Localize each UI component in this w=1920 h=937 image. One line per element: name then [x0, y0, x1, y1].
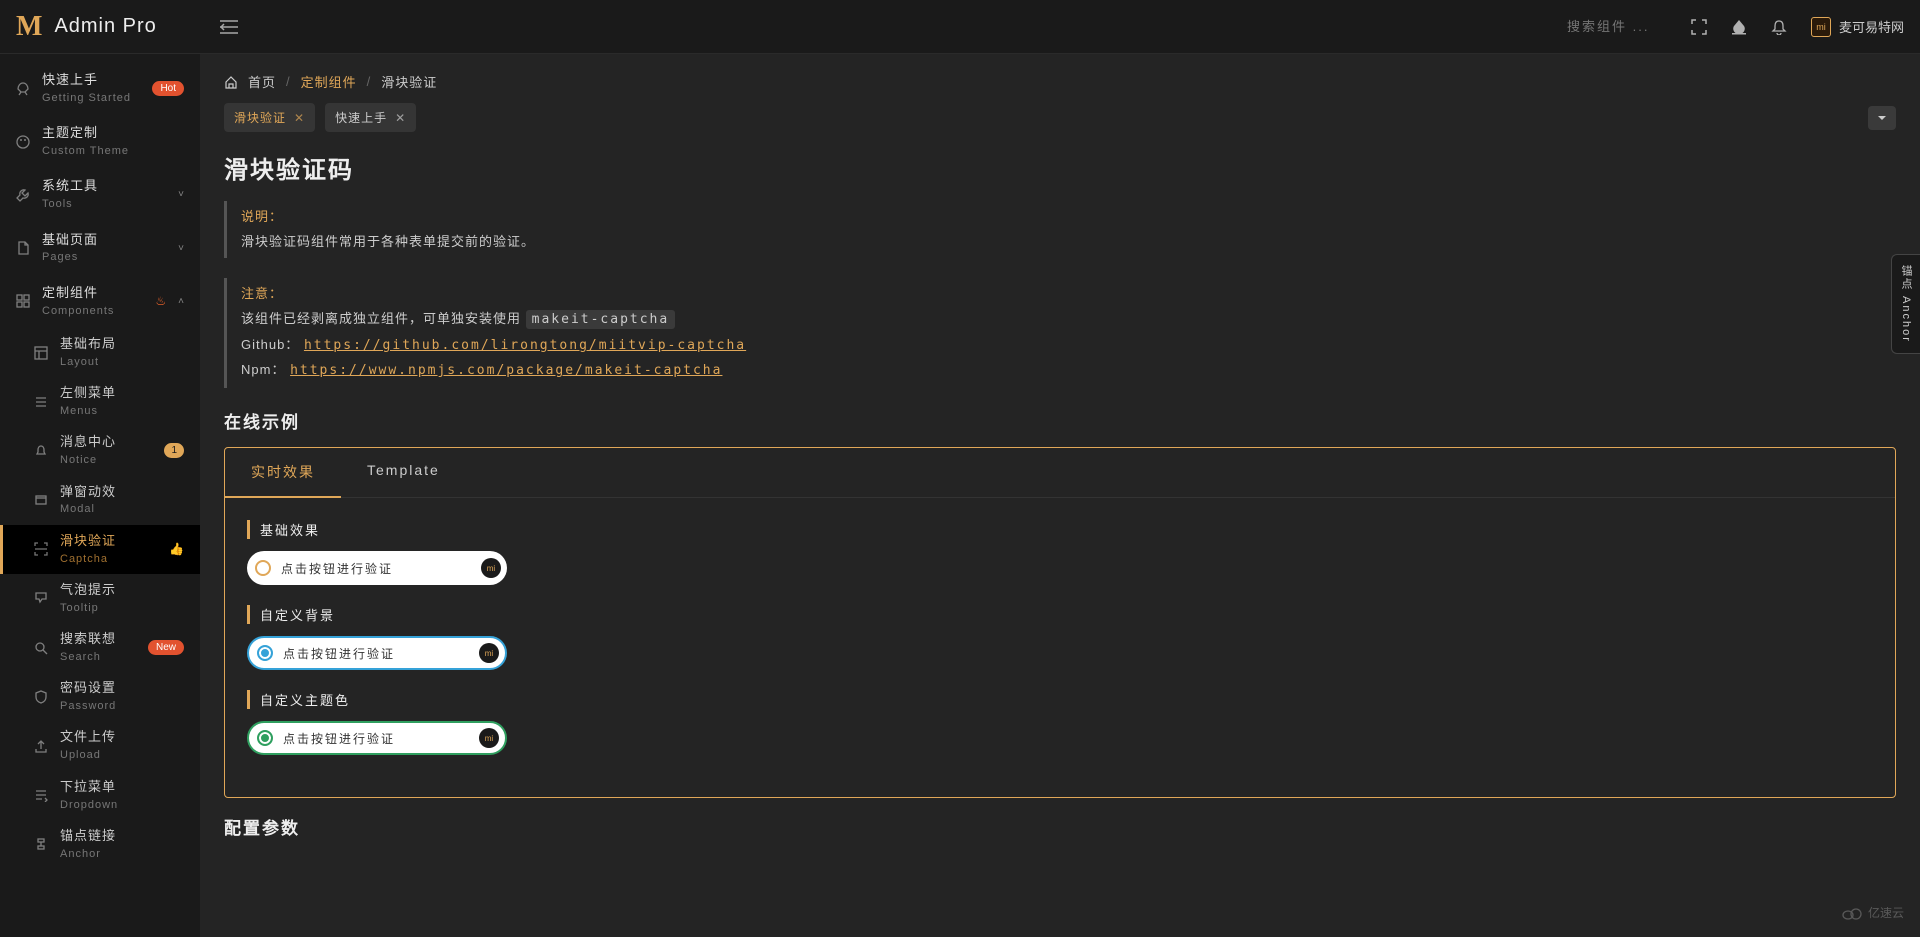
breadcrumb-home[interactable]: 首页 [248, 72, 276, 91]
section-config-title: 配置参数 [224, 814, 1896, 839]
sidebar-item-dropdown[interactable]: 下拉菜单Dropdown [0, 771, 200, 820]
captcha-logo-icon: mi [479, 728, 499, 748]
bell-icon [34, 444, 48, 458]
radar-icon [257, 730, 273, 746]
sidebar: 快速上手Getting StartedHot主题定制Custom Theme系统… [0, 54, 200, 937]
layout-icon [34, 346, 48, 360]
badge: Hot [152, 81, 184, 96]
sidebar-item-getting-started[interactable]: 快速上手Getting StartedHot [0, 62, 200, 115]
close-icon[interactable]: ✕ [395, 111, 406, 125]
captcha-btn-bg[interactable]: 点击按钮进行验证 mi [247, 636, 507, 670]
captcha-logo-icon: mi [479, 643, 499, 663]
collapse-menu-icon[interactable] [220, 19, 238, 35]
page-icon [16, 241, 30, 255]
thumbs-up-icon: 👍 [169, 542, 184, 556]
modal-icon [34, 493, 48, 507]
sidebar-item-tooltip[interactable]: 气泡提示Tooltip [0, 574, 200, 623]
search-icon [34, 641, 48, 655]
header: M Admin Pro mi 麦可易特网 [0, 0, 1920, 54]
scan-icon [34, 542, 48, 556]
breadcrumb: 首页 / 定制组件 / 滑块验证 [200, 54, 1920, 103]
logo[interactable]: M Admin Pro [16, 11, 200, 43]
home-icon [224, 75, 238, 89]
sidebar-item-components[interactable]: 定制组件Components♨˄ [0, 275, 200, 328]
breadcrumb-cur: 滑块验证 [381, 72, 437, 91]
breadcrumb-mid[interactable]: 定制组件 [301, 72, 357, 91]
rocket-icon [16, 82, 30, 96]
info-note: 注意： 该组件已经剥离成独立组件，可单独安装使用 makeit-captcha … [224, 278, 1896, 388]
captcha-btn-basic[interactable]: 点击按钮进行验证 mi [247, 551, 507, 585]
chevron-down-icon: ˅ [178, 243, 184, 254]
theme-icon[interactable] [1731, 19, 1747, 35]
close-icon[interactable]: ✕ [294, 111, 305, 125]
anchor-handle[interactable]: 锚点 Anchor [1891, 254, 1920, 354]
comp-icon [16, 294, 30, 308]
sidebar-item-captcha[interactable]: 滑块验证Captcha👍 [0, 525, 200, 574]
radar-icon [255, 560, 271, 576]
github-link[interactable]: https://github.com/lirongtong/miitvip-ca… [304, 338, 746, 353]
fire-icon: ♨ [155, 294, 166, 308]
search-input[interactable] [1567, 19, 1667, 34]
npm-link[interactable]: https://www.npmjs.com/package/makeit-cap… [290, 363, 722, 378]
pkg-name: makeit-captcha [526, 310, 676, 329]
sidebar-item-modal[interactable]: 弹窗动效Modal [0, 476, 200, 525]
badge: New [148, 640, 184, 655]
avatar: mi [1811, 17, 1831, 37]
demo-label-basic: 基础效果 [247, 520, 1873, 539]
upload-icon [34, 739, 48, 753]
tabs-more-button[interactable] [1868, 106, 1896, 130]
bell-icon[interactable] [1771, 19, 1787, 35]
demo-tab-live[interactable]: 实时效果 [225, 448, 341, 498]
page-title: 滑块验证码 [224, 150, 1896, 185]
tool-icon [16, 188, 30, 202]
demo-card: 实时效果 Template 基础效果 点击按钮进行验证 mi 自定义背景 [224, 447, 1896, 798]
section-demo-title: 在线示例 [224, 408, 1896, 433]
demo-label-color: 自定义主题色 [247, 690, 1873, 709]
count-badge: 1 [164, 443, 184, 458]
page-tabs: 滑块验证✕ 快速上手✕ [200, 103, 1920, 142]
chevron-down-icon: ˅ [178, 189, 184, 200]
sidebar-item-menus[interactable]: 左侧菜单Menus [0, 377, 200, 426]
username: 麦可易特网 [1839, 17, 1904, 36]
user-menu[interactable]: mi 麦可易特网 [1811, 17, 1904, 37]
info-desc: 说明： 滑块验证码组件常用于各种表单提交前的验证。 [224, 201, 1896, 258]
dropdown-icon [34, 788, 48, 802]
demo-tab-template[interactable]: Template [341, 448, 466, 497]
sidebar-item-anchor[interactable]: 锚点链接Anchor [0, 820, 200, 869]
logo-icon: M [16, 11, 42, 43]
watermark: 亿速云 [1842, 904, 1904, 921]
captcha-btn-color[interactable]: 点击按钮进行验证 mi [247, 721, 507, 755]
radar-icon [257, 645, 273, 661]
sidebar-item-tools[interactable]: 系统工具Tools˅ [0, 168, 200, 221]
content: 首页 / 定制组件 / 滑块验证 滑块验证✕快速上手✕ 滑块验证码 说明： 滑块… [200, 54, 1920, 937]
sidebar-item-search[interactable]: 搜索联想SearchNew [0, 623, 200, 672]
sidebar-item-notice[interactable]: 消息中心Notice1 [0, 426, 200, 475]
sidebar-item-upload[interactable]: 文件上传Upload [0, 721, 200, 770]
sidebar-item-layout[interactable]: 基础布局Layout [0, 328, 200, 377]
tooltip-icon [34, 591, 48, 605]
fullscreen-icon[interactable] [1691, 19, 1707, 35]
sidebar-item-pages[interactable]: 基础页面Pages˅ [0, 222, 200, 275]
page-tab[interactable]: 滑块验证✕ [224, 103, 315, 132]
demo-label-bg: 自定义背景 [247, 605, 1873, 624]
anchor-icon [34, 837, 48, 851]
chevron-up-icon: ˄ [178, 296, 184, 307]
page-tab[interactable]: 快速上手✕ [325, 103, 416, 132]
menu-icon [34, 395, 48, 409]
logo-text: Admin Pro [54, 15, 156, 38]
sidebar-item-custom-theme[interactable]: 主题定制Custom Theme [0, 115, 200, 168]
sidebar-item-password[interactable]: 密码设置Password [0, 672, 200, 721]
palette-icon [16, 135, 30, 149]
shield-icon [34, 690, 48, 704]
captcha-logo-icon: mi [481, 558, 501, 578]
